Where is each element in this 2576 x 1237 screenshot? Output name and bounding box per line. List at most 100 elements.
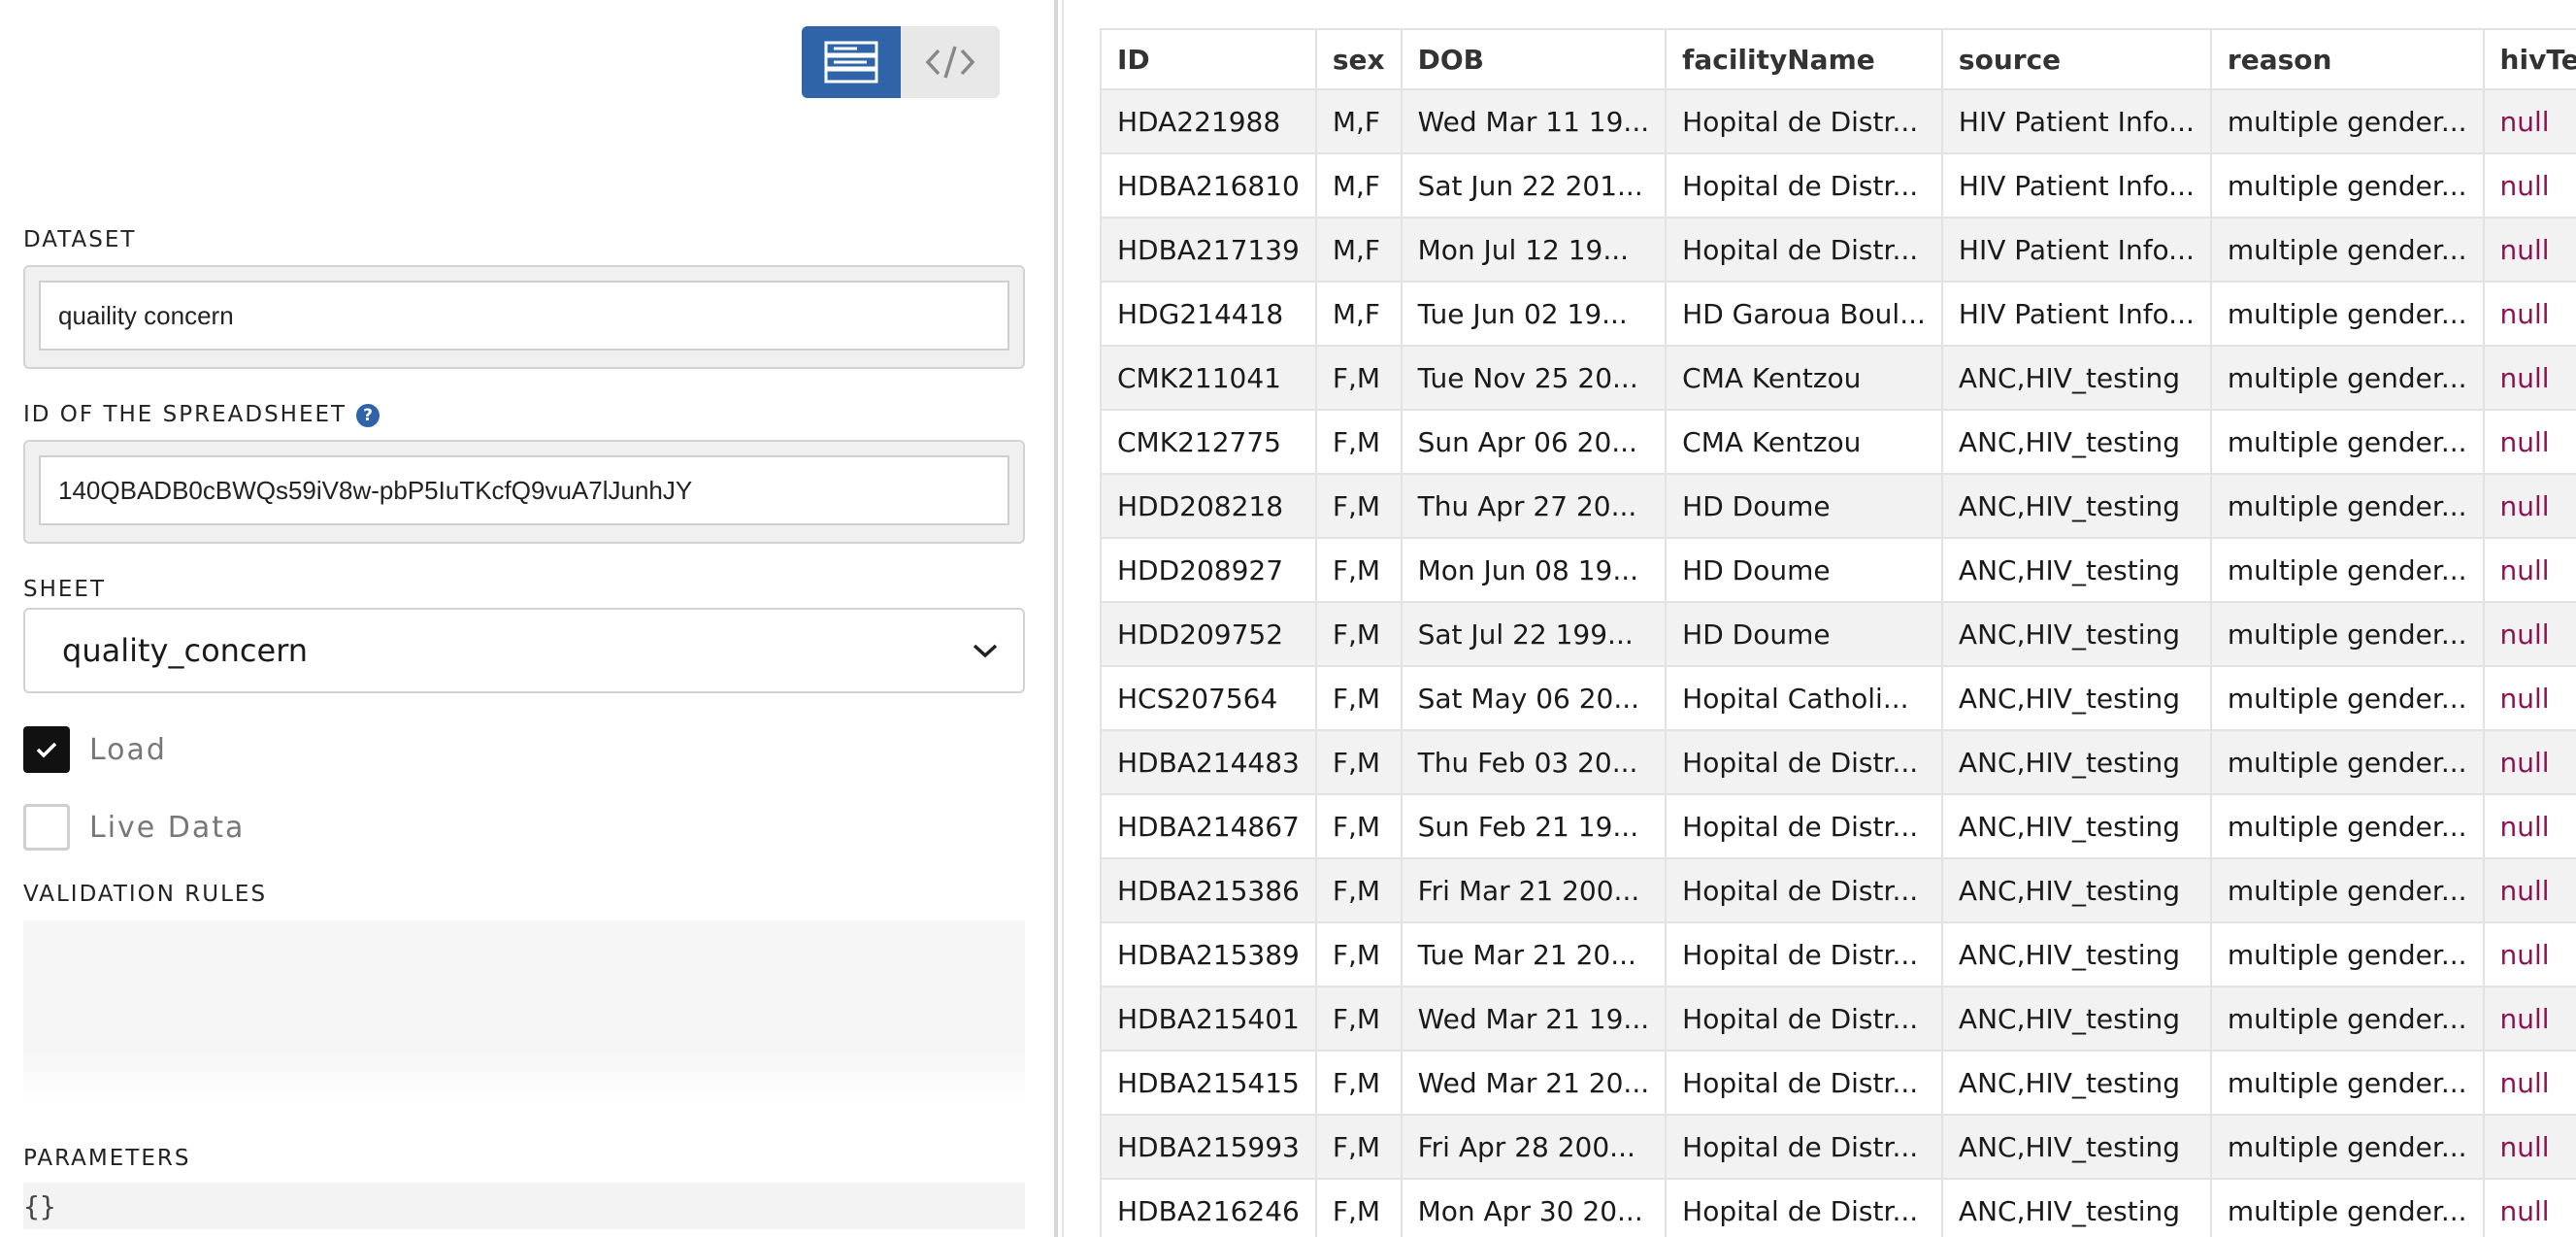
table-row[interactable]: CMK211041 F,M Tue Nov 25 20... CMA Kentzou A… xyxy=(1100,345,2576,411)
table-cell: Sun Feb 21 19... xyxy=(1400,793,1668,859)
dataset-input[interactable] xyxy=(39,281,1009,351)
column-header[interactable]: ID xyxy=(1100,28,1317,90)
table-row[interactable]: HDBA216246 F,M Mon Apr 30 20... Hopital de … xyxy=(1100,1178,2576,1237)
table-cell: ANC,HIV_testing xyxy=(1940,921,2212,987)
column-header[interactable]: source xyxy=(1940,28,2212,90)
table-cell: HDBA215415 xyxy=(1100,1050,1317,1116)
table-row[interactable]: HDBA215401 F,M Wed Mar 21 19... Hopital de … xyxy=(1100,986,2576,1052)
table-cell: Tue Nov 25 20... xyxy=(1400,345,1668,411)
table-cell: HCS207564 xyxy=(1100,665,1317,731)
table-cell: null xyxy=(2482,921,2576,987)
table-cell: HIV Patient Info... xyxy=(1940,281,2212,347)
live-data-checkbox-row[interactable]: Live Data xyxy=(23,804,245,851)
table-cell: F,M xyxy=(1314,1114,1403,1180)
table-cell: HDG214418 xyxy=(1100,281,1317,347)
table-cell: null xyxy=(2482,601,2576,667)
table-cell: F,M xyxy=(1314,601,1403,667)
table-cell: Hopital de Distr... xyxy=(1665,857,1943,923)
sheet-select[interactable]: quality_concern xyxy=(23,608,1025,693)
table-cell: multiple gender... xyxy=(2209,473,2485,539)
table-cell: HDBA214867 xyxy=(1100,793,1317,859)
table-row[interactable]: HDBA215389 F,M Tue Mar 21 20... Hopital de … xyxy=(1100,921,2576,987)
column-header[interactable]: reason xyxy=(2209,28,2485,90)
table-cell: HDD208927 xyxy=(1100,537,1317,603)
table-row[interactable]: HDD208218 F,M Thu Apr 27 20... HD Doume ANC,… xyxy=(1100,473,2576,539)
table-cell: Sun Apr 06 20... xyxy=(1400,409,1668,475)
help-icon[interactable]: ? xyxy=(356,403,380,427)
sheet-select-value: quality_concern xyxy=(62,632,309,669)
column-header[interactable]: DOB xyxy=(1400,28,1668,90)
table-body: HDA221988 M,F Wed Mar 11 19... Hopital de D… xyxy=(1100,88,2576,1237)
table-cell: null xyxy=(2482,473,2576,539)
validation-rules-editor[interactable] xyxy=(23,920,1025,1105)
parameters-editor[interactable]: {} xyxy=(23,1183,1025,1229)
table-row[interactable]: HDBA216810 M,F Sat Jun 22 201... Hopital de… xyxy=(1100,152,2576,218)
load-checkbox[interactable] xyxy=(23,726,70,773)
table-cell: null xyxy=(2482,1050,2576,1116)
table-cell: HIV Patient Info... xyxy=(1940,217,2212,283)
table-cell: Sat Jul 22 199... xyxy=(1400,601,1668,667)
table-cell: multiple gender... xyxy=(2209,1114,2485,1180)
column-header[interactable]: sex xyxy=(1314,28,1403,90)
table-cell: Hopital de Distr... xyxy=(1665,1114,1943,1180)
spreadsheet-id-input[interactable] xyxy=(39,455,1009,525)
table-row[interactable]: HDG214418 M,F Tue Jun 02 19... HD Garoua Bo… xyxy=(1100,281,2576,347)
table-row[interactable]: HDBA215386 F,M Fri Mar 21 200... Hopital de… xyxy=(1100,857,2576,923)
table-row[interactable]: HDBA215415 F,M Wed Mar 21 20... Hopital de … xyxy=(1100,1050,2576,1116)
dataset-field-wrapper xyxy=(23,265,1025,369)
table-cell: ANC,HIV_testing xyxy=(1940,601,2212,667)
panel-divider-edge xyxy=(1062,0,1064,1237)
table-cell: HDBA214483 xyxy=(1100,729,1317,795)
table-cell: null xyxy=(2482,1114,2576,1180)
live-data-checkbox[interactable] xyxy=(23,804,70,851)
table-header-row: IDsexDOBfacilityNamesourcereasonhivTes xyxy=(1100,28,2576,90)
table-cell: ANC,HIV_testing xyxy=(1940,857,2212,923)
table-row[interactable]: HDD209752 F,M Sat Jul 22 199... HD Doume ANC… xyxy=(1100,601,2576,667)
table-cell: CMA Kentzou xyxy=(1665,409,1943,475)
table-row[interactable]: HCS207564 F,M Sat May 06 20... Hopital Cath… xyxy=(1100,665,2576,731)
load-checkbox-row[interactable]: Load xyxy=(23,726,167,773)
table-cell: HDBA215386 xyxy=(1100,857,1317,923)
table-cell: F,M xyxy=(1314,409,1403,475)
sheet-label: SHEET xyxy=(23,577,107,602)
table-row[interactable]: HDBA214483 F,M Thu Feb 03 20... Hopital de … xyxy=(1100,729,2576,795)
table-cell: null xyxy=(2482,986,2576,1052)
panel-divider[interactable] xyxy=(1054,0,1058,1237)
table-cell: null xyxy=(2482,88,2576,154)
table-cell: Sat Jun 22 201... xyxy=(1400,152,1668,218)
table-row[interactable]: HDD208927 F,M Mon Jun 08 19... HD Doume ANC,… xyxy=(1100,537,2576,603)
code-view-icon xyxy=(925,46,975,79)
table-cell: multiple gender... xyxy=(2209,857,2485,923)
table-row[interactable]: HDBA214867 F,M Sun Feb 21 19... Hopital de … xyxy=(1100,793,2576,859)
table-row[interactable]: HDBA215993 F,M Fri Apr 28 200... Hopital de… xyxy=(1100,1114,2576,1180)
table-cell: Tue Mar 21 20... xyxy=(1400,921,1668,987)
table-cell: M,F xyxy=(1314,88,1403,154)
table-cell: multiple gender... xyxy=(2209,601,2485,667)
table-cell: multiple gender... xyxy=(2209,665,2485,731)
table-cell: Sat May 06 20... xyxy=(1400,665,1668,731)
column-header[interactable]: facilityName xyxy=(1665,28,1943,90)
table-cell: multiple gender... xyxy=(2209,793,2485,859)
code-view-button[interactable] xyxy=(901,26,1000,98)
table-view-button[interactable] xyxy=(802,26,901,98)
column-header[interactable]: hivTes xyxy=(2482,28,2576,90)
table-cell: multiple gender... xyxy=(2209,409,2485,475)
table-row[interactable]: HDA221988 M,F Wed Mar 11 19... Hopital de D… xyxy=(1100,88,2576,154)
table-cell: HDD209752 xyxy=(1100,601,1317,667)
table-cell: F,M xyxy=(1314,921,1403,987)
table-cell: F,M xyxy=(1314,793,1403,859)
dataset-label: DATASET xyxy=(23,227,137,252)
table-cell: Hopital de Distr... xyxy=(1665,986,1943,1052)
table-cell: HIV Patient Info... xyxy=(1940,88,2212,154)
table-cell: ANC,HIV_testing xyxy=(1940,729,2212,795)
table-cell: multiple gender... xyxy=(2209,88,2485,154)
table-cell: HD Doume xyxy=(1665,473,1943,539)
parameters-label: PARAMETERS xyxy=(23,1146,191,1171)
table-cell: Mon Apr 30 20... xyxy=(1400,1178,1668,1237)
table-cell: HD Garoua Boul... xyxy=(1665,281,1943,347)
table-row[interactable]: HDBA217139 M,F Mon Jul 12 19... Hopital de … xyxy=(1100,217,2576,283)
table-cell: Thu Apr 27 20... xyxy=(1400,473,1668,539)
table-row[interactable]: CMK212775 F,M Sun Apr 06 20... CMA Kentzou A… xyxy=(1100,409,2576,475)
load-label: Load xyxy=(89,732,167,767)
table-cell: HDBA215993 xyxy=(1100,1114,1317,1180)
